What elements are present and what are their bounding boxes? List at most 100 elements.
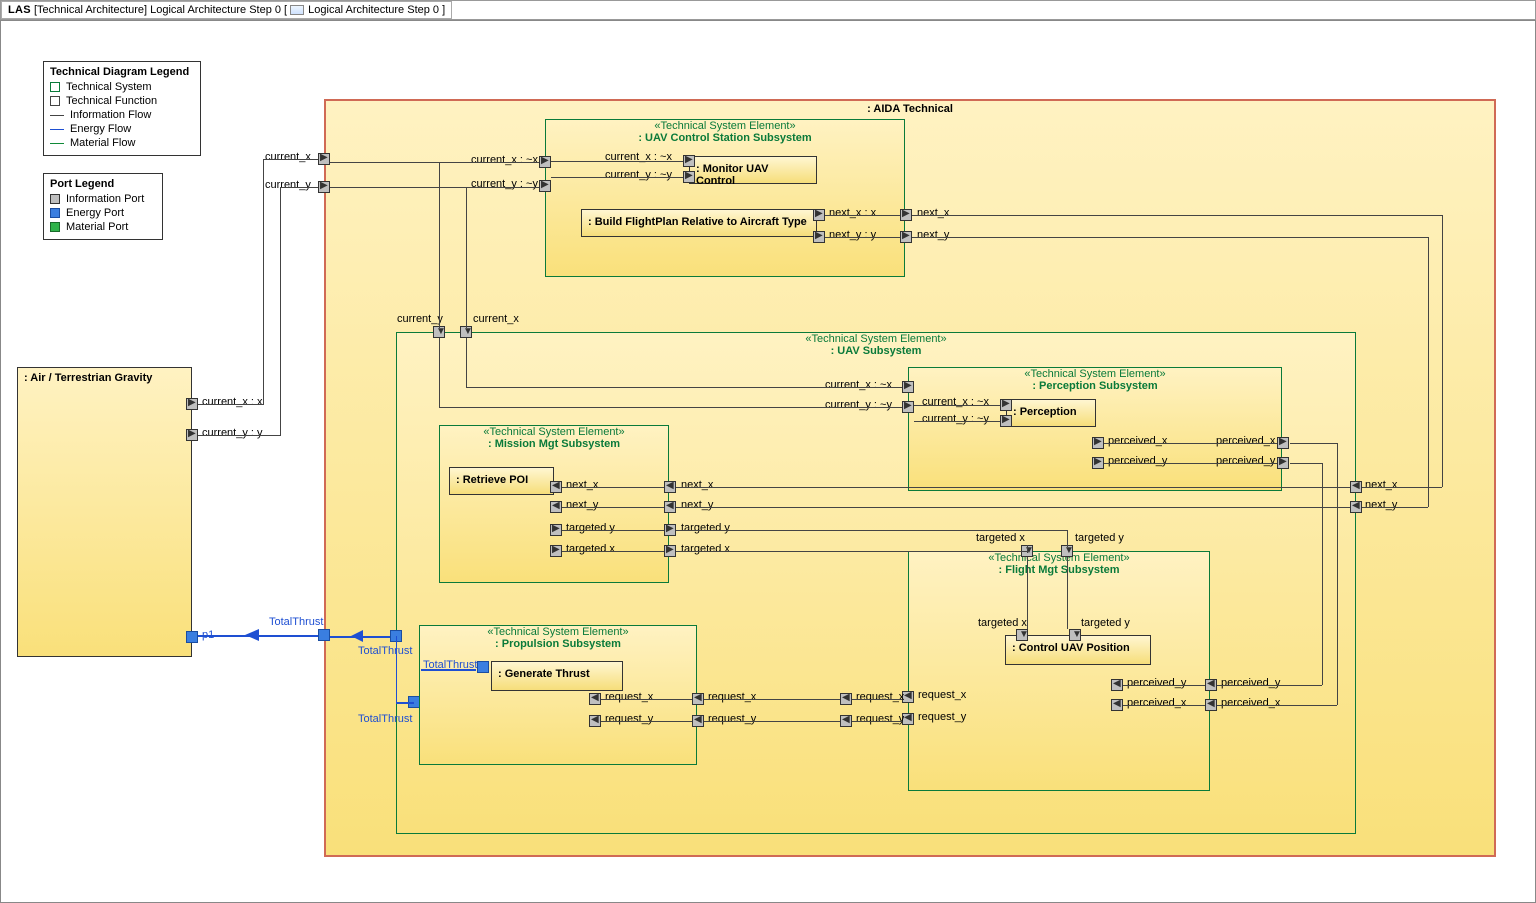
port-label: next_x xyxy=(566,479,598,491)
port-uav-right-nx[interactable] xyxy=(1350,481,1362,493)
port-control-ty[interactable] xyxy=(1069,629,1081,641)
port-retrieve-ny[interactable] xyxy=(550,501,562,513)
port-label: current_x : x xyxy=(202,396,263,408)
port-ucs-out-nx[interactable] xyxy=(900,209,912,221)
tab-suffix: Logical Architecture Step 0 xyxy=(308,4,439,16)
diagram-canvas[interactable]: Technical Diagram Legend Technical Syste… xyxy=(0,20,1536,903)
block-ucs[interactable]: «Technical System Element» : UAV Control… xyxy=(545,119,905,277)
port-gen-rx[interactable] xyxy=(589,693,601,705)
port-label: targeted x xyxy=(978,617,1027,629)
port-retrieve-ty[interactable] xyxy=(550,524,562,536)
port-control-py[interactable] xyxy=(1111,679,1123,691)
port-build-ny[interactable] xyxy=(813,231,825,243)
port-label: next_x xyxy=(681,479,713,491)
port-label: TotalThrust xyxy=(358,645,412,657)
port-label: current_y xyxy=(397,313,443,325)
port-mission-out-tx[interactable] xyxy=(664,545,676,557)
port-label: targeted x xyxy=(566,543,615,555)
block-title: : Perception Subsystem xyxy=(909,380,1281,392)
block-propulsion[interactable]: «Technical System Element» : Propulsion … xyxy=(419,625,697,765)
port-label: current_x : ~x xyxy=(825,379,892,391)
port-ucs-in-cx[interactable] xyxy=(539,156,551,168)
port-gen-ry[interactable] xyxy=(589,715,601,727)
port-gravity-current-y[interactable] xyxy=(186,429,198,441)
stereotype: «Technical System Element» xyxy=(440,426,668,438)
legend-item: Information Flow xyxy=(70,109,151,121)
port-mid-ry[interactable] xyxy=(840,715,852,727)
stereotype: «Technical System Element» xyxy=(420,626,696,638)
port-percep-out-px[interactable] xyxy=(1277,437,1289,449)
port-aida-in-cx[interactable] xyxy=(318,153,330,165)
port-monitor-cx[interactable] xyxy=(683,155,695,167)
port-label: targeted y xyxy=(1081,617,1130,629)
port-uav-right-ny[interactable] xyxy=(1350,501,1362,513)
port-percep-inner-cx[interactable] xyxy=(1000,399,1012,411)
legend-item: Material Port xyxy=(66,221,128,233)
port-ucs-out-ny[interactable] xyxy=(900,231,912,243)
port-percep-inner-cy[interactable] xyxy=(1000,415,1012,427)
port-prop-out-ry[interactable] xyxy=(692,715,704,727)
port-retrieve-tx[interactable] xyxy=(550,545,562,557)
legend-technical: Technical Diagram Legend Technical Syste… xyxy=(43,61,201,156)
port-prop-tt[interactable] xyxy=(477,661,489,673)
port-flight-out-px[interactable] xyxy=(1205,699,1217,711)
port-mission-out-ny[interactable] xyxy=(664,501,676,513)
port-label: current_y : ~y xyxy=(825,399,892,411)
tab-diagram[interactable]: LAS [Technical Architecture] Logical Arc… xyxy=(1,1,452,19)
port-aida-totalthrust[interactable] xyxy=(318,629,330,641)
port-percep-out-py[interactable] xyxy=(1277,457,1289,469)
port-mid-rx[interactable] xyxy=(840,693,852,705)
legend-item: Information Port xyxy=(66,193,144,205)
port-prop-out-rx[interactable] xyxy=(692,693,704,705)
port-label: current_x xyxy=(265,151,311,163)
block-title: : Monitor UAV Control xyxy=(690,157,816,193)
tab-context: [Technical Architecture] Logical Archite… xyxy=(34,4,281,16)
port-aida-in-cy[interactable] xyxy=(318,181,330,193)
block-perception[interactable]: «Technical System Element» : Perception … xyxy=(908,367,1282,491)
block-generate-thrust[interactable]: : Generate Thrust xyxy=(491,661,623,691)
port-gravity-current-x[interactable] xyxy=(186,398,198,410)
port-label: current_y xyxy=(265,179,311,191)
legend-item: Technical Function xyxy=(66,95,157,107)
port-mission-out-nx[interactable] xyxy=(664,481,676,493)
aida-title: : AIDA Technical xyxy=(326,101,1494,115)
port-monitor-cy[interactable] xyxy=(683,171,695,183)
block-retrieve-poi[interactable]: : Retrieve POI xyxy=(449,467,554,495)
stereotype: «Technical System Element» xyxy=(909,368,1281,380)
legend-port-title: Port Legend xyxy=(50,178,156,190)
block-flight[interactable]: «Technical System Element» : Flight Mgt … xyxy=(908,551,1210,791)
tab-bar: LAS [Technical Architecture] Logical Arc… xyxy=(0,0,1536,20)
port-label: next_y xyxy=(1365,499,1397,511)
port-label: perceived_y xyxy=(1221,677,1280,689)
port-percep-px[interactable] xyxy=(1092,437,1104,449)
port-ucs-in-cy[interactable] xyxy=(539,180,551,192)
port-label: current_y : ~y xyxy=(922,413,989,425)
port-percep-in-cy[interactable] xyxy=(902,401,914,413)
block-title: : UAV Subsystem xyxy=(397,345,1355,357)
tab-prefix: LAS xyxy=(8,4,31,16)
port-control-tx[interactable] xyxy=(1016,629,1028,641)
block-gravity[interactable]: : Air / Terrestrian Gravity xyxy=(17,367,192,657)
block-monitor-uav-control[interactable]: : Monitor UAV Control xyxy=(689,156,817,184)
port-label: next_x : x xyxy=(829,207,876,219)
port-retrieve-nx[interactable] xyxy=(550,481,562,493)
port-percep-in-cx[interactable] xyxy=(902,381,914,393)
port-flight-out-py[interactable] xyxy=(1205,679,1217,691)
block-title: : Retrieve POI xyxy=(450,468,553,492)
port-label: next_y xyxy=(566,499,598,511)
port-build-nx[interactable] xyxy=(813,209,825,221)
port-label: request_x xyxy=(605,691,653,703)
port-label: perceived_x xyxy=(1221,697,1280,709)
port-gravity-p1[interactable] xyxy=(186,631,198,643)
port-label: next_y xyxy=(917,229,949,241)
port-percep-py[interactable] xyxy=(1092,457,1104,469)
port-mission-out-ty[interactable] xyxy=(664,524,676,536)
port-control-px[interactable] xyxy=(1111,699,1123,711)
block-build-flightplan[interactable]: : Build FlightPlan Relative to Aircraft … xyxy=(581,209,817,237)
port-label: perceived_x xyxy=(1216,435,1275,447)
port-label: request_x xyxy=(918,689,966,701)
block-perception-inner[interactable]: : Perception xyxy=(1006,399,1096,427)
port-label: current_x : ~x xyxy=(922,396,989,408)
port-label: current_x xyxy=(473,313,519,325)
legend-item: Technical System xyxy=(66,81,152,93)
